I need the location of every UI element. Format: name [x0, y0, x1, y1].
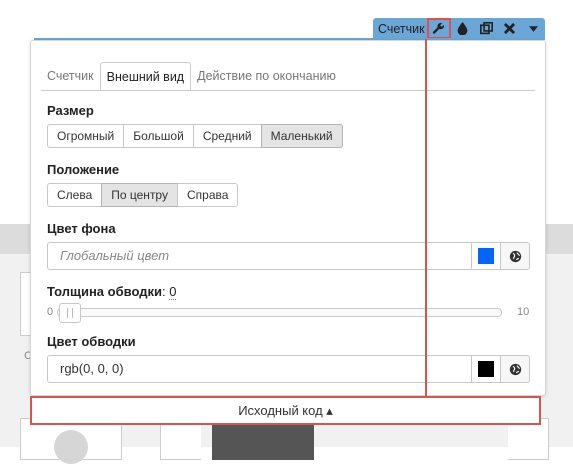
wrench-icon[interactable]: [427, 18, 451, 39]
background-color-input[interactable]: Глобальный цвет: [47, 242, 472, 270]
border-width-slider[interactable]: [57, 308, 502, 317]
border-color-row: rgb(0, 0, 0): [47, 355, 530, 383]
tab-on-finish[interactable]: Действие по окончанию: [191, 62, 342, 90]
border-color-input[interactable]: rgb(0, 0, 0): [47, 355, 472, 383]
size-button-group: Огромный Большой Средний Маленький: [47, 124, 343, 148]
size-huge-button[interactable]: Огромный: [47, 124, 125, 148]
slider-min-label: 0: [47, 306, 54, 318]
play-icon: [54, 430, 88, 464]
border-width-title: Толщина обводки: 0: [47, 284, 177, 300]
position-center-button[interactable]: По центру: [101, 183, 178, 207]
close-icon[interactable]: [498, 18, 522, 39]
size-small-button[interactable]: Маленький: [260, 124, 343, 148]
size-medium-button[interactable]: Средний: [192, 124, 262, 148]
tab-divider: [41, 90, 535, 91]
highlight-connector: [425, 39, 427, 397]
globe-icon[interactable]: [501, 242, 530, 270]
border-width-value: 0: [169, 284, 177, 300]
widget-toolbar: Счетчик: [373, 18, 545, 39]
position-title: Положение: [47, 162, 120, 177]
tab-counter[interactable]: Счетчик: [41, 62, 100, 90]
globe-icon[interactable]: [501, 355, 530, 383]
position-left-button[interactable]: Слева: [47, 183, 103, 207]
drop-icon[interactable]: [451, 18, 475, 39]
toolbar-label: Счетчик: [378, 21, 425, 36]
background-media-toolbar: [212, 420, 314, 460]
caret-down-icon[interactable]: [521, 18, 545, 39]
size-large-button[interactable]: Большой: [123, 124, 194, 148]
position-right-button[interactable]: Справа: [176, 183, 239, 207]
background-color-swatch: [478, 248, 494, 264]
size-title: Размер: [47, 103, 94, 118]
background-color-row: Глобальный цвет: [47, 242, 530, 270]
border-color-picker[interactable]: [472, 355, 501, 383]
settings-popup: Счетчик Внешний вид Действие по окончани…: [30, 40, 546, 396]
tab-appearance[interactable]: Внешний вид: [99, 62, 192, 90]
border-color-swatch: [478, 361, 494, 377]
background-color-title: Цвет фона: [47, 221, 116, 236]
copy-icon[interactable]: [474, 18, 498, 39]
border-width-slider-handle[interactable]: [59, 303, 81, 323]
border-width-label: Толщина обводки: [47, 284, 162, 299]
slider-max-label: 10: [517, 306, 530, 318]
tabs: Счетчик Внешний вид Действие по окончани…: [41, 62, 342, 90]
border-color-title: Цвет обводки: [47, 334, 136, 349]
source-code-button[interactable]: Исходный код ▴: [30, 396, 541, 425]
background-color-picker[interactable]: [472, 242, 501, 270]
position-button-group: Слева По центру Справа: [47, 183, 239, 207]
